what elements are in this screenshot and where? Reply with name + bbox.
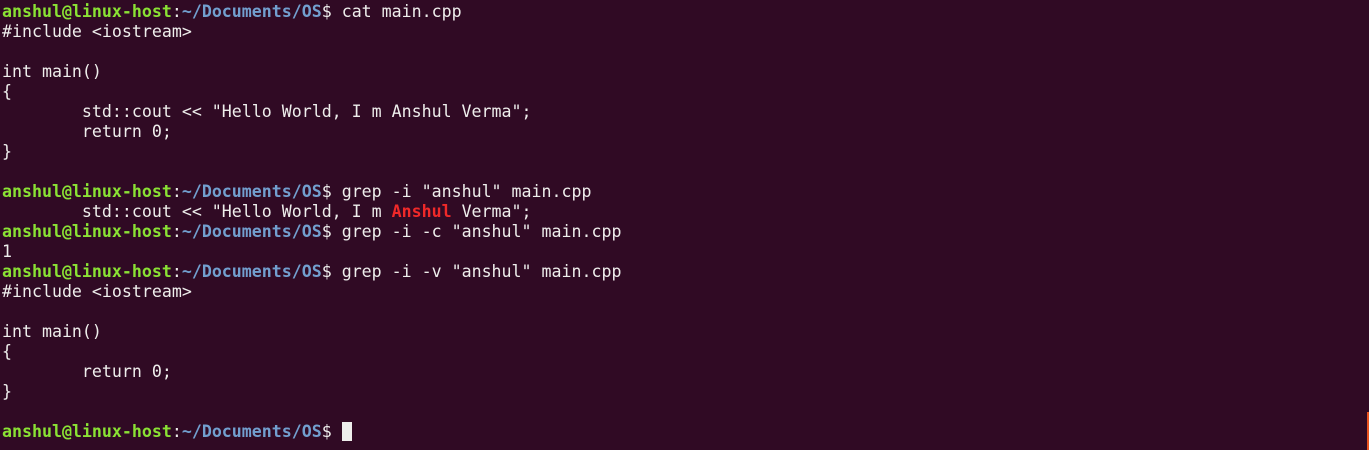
prompt-user-host: anshul@linux-host xyxy=(2,2,172,21)
prompt-symbol: $ xyxy=(321,262,342,281)
terminal-output[interactable]: anshul@linux-host:~/Documents/OS$ cat ma… xyxy=(2,2,621,442)
match-highlight: Anshul xyxy=(391,202,452,221)
prompt-line: anshul@linux-host:~/Documents/OS$ grep -… xyxy=(2,182,621,202)
prompt-user-host: anshul@linux-host xyxy=(2,222,172,241)
match-before: std::cout << "Hello World, I m xyxy=(2,202,392,221)
command-text: grep -i -c "anshul" main.cpp xyxy=(341,222,622,241)
output-line: return 0; xyxy=(2,122,172,141)
match-after: Verma"; xyxy=(451,202,532,221)
prompt-line: anshul@linux-host:~/Documents/OS$ xyxy=(2,422,621,442)
command-text: cat main.cpp xyxy=(341,2,462,21)
output-line: int main() xyxy=(2,322,102,341)
prompt-user-host: anshul@linux-host xyxy=(2,182,172,201)
prompt-line: anshul@linux-host:~/Documents/OS$ cat ma… xyxy=(2,2,621,22)
prompt-path: ~/Documents/OS xyxy=(181,222,322,241)
prompt-path: ~/Documents/OS xyxy=(181,2,322,21)
output-line: 1 xyxy=(2,242,12,261)
prompt-separator: : xyxy=(171,222,182,241)
prompt-separator: : xyxy=(171,182,182,201)
output-line: int main() xyxy=(2,62,102,81)
prompt-user-host: anshul@linux-host xyxy=(2,262,172,281)
prompt-separator: : xyxy=(171,2,182,21)
output-line: return 0; xyxy=(2,362,172,381)
output-line: { xyxy=(2,82,12,101)
prompt-separator: : xyxy=(171,262,182,281)
prompt-symbol: $ xyxy=(321,422,342,441)
command-text: grep -i -v "anshul" main.cpp xyxy=(341,262,622,281)
output-line: { xyxy=(2,342,12,361)
prompt-symbol: $ xyxy=(321,182,342,201)
output-line: } xyxy=(2,382,12,401)
prompt-user-host: anshul@linux-host xyxy=(2,422,172,441)
prompt-path: ~/Documents/OS xyxy=(181,182,322,201)
prompt-symbol: $ xyxy=(321,2,342,21)
output-line: #include <iostream> xyxy=(2,282,192,301)
prompt-symbol: $ xyxy=(321,222,342,241)
prompt-line: anshul@linux-host:~/Documents/OS$ grep -… xyxy=(2,262,621,282)
output-line: #include <iostream> xyxy=(2,22,192,41)
prompt-path: ~/Documents/OS xyxy=(181,262,322,281)
prompt-separator: : xyxy=(171,422,182,441)
output-line: } xyxy=(2,142,12,161)
prompt-path: ~/Documents/OS xyxy=(181,422,322,441)
terminal-cursor[interactable] xyxy=(341,422,352,441)
output-line: std::cout << "Hello World, I m Anshul Ve… xyxy=(2,102,532,121)
prompt-line: anshul@linux-host:~/Documents/OS$ grep -… xyxy=(2,222,621,242)
command-text: grep -i "anshul" main.cpp xyxy=(341,182,592,201)
grep-match-line: std::cout << "Hello World, I m Anshul Ve… xyxy=(2,202,621,222)
